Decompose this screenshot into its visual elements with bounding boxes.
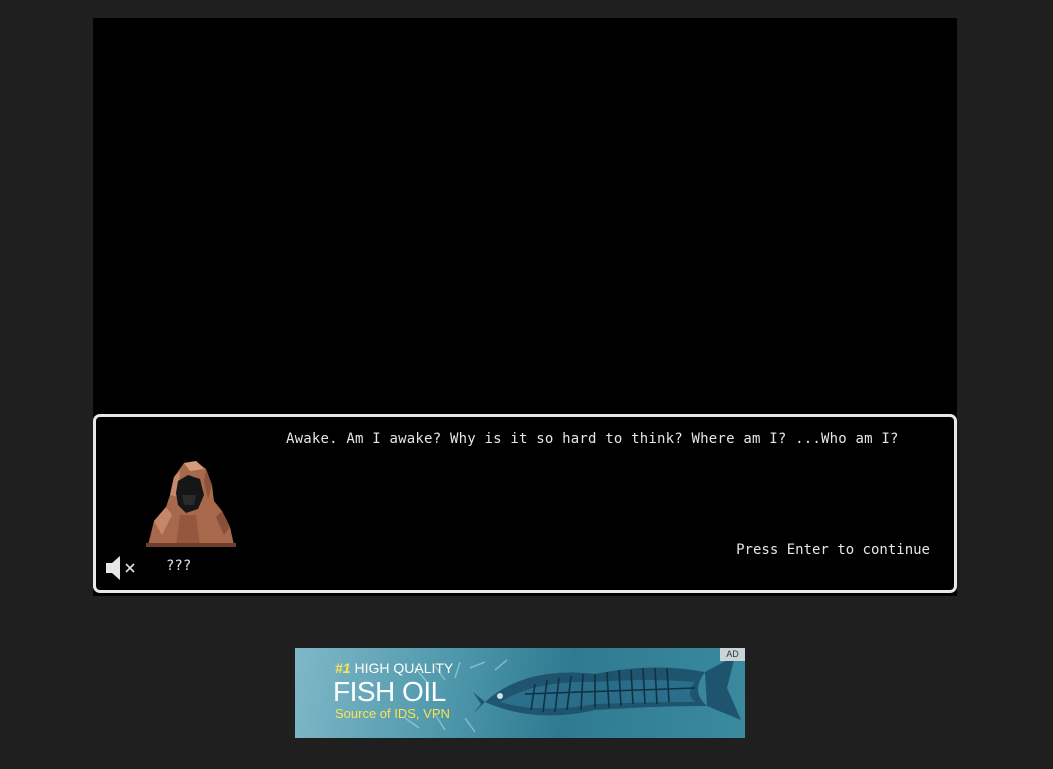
ad-headline-text: HIGH QUALITY: [354, 660, 454, 676]
speaker-name: ???: [166, 558, 192, 574]
dialog-text: Awake. Am I awake? Why is it so hard to …: [286, 431, 899, 447]
ad-rank: #1: [335, 660, 351, 676]
ad-banner[interactable]: AD #1 HIGH QUALITY FISH OIL Source of ID…: [295, 648, 745, 738]
ad-headline: #1 HIGH QUALITY: [335, 660, 453, 676]
speaker-muted-icon[interactable]: [104, 552, 140, 584]
game-screen[interactable]: Awake. Am I awake? Why is it so hard to …: [93, 18, 957, 596]
dialog-box[interactable]: Awake. Am I awake? Why is it so hard to …: [93, 414, 957, 593]
continue-prompt: Press Enter to continue: [736, 542, 930, 558]
ad-tag: AD: [720, 648, 745, 661]
ad-subline: Source of IDS, VPN: [335, 706, 450, 721]
hooded-figure-portrait: [146, 461, 236, 547]
ad-product-name: FISH OIL: [333, 676, 446, 707]
